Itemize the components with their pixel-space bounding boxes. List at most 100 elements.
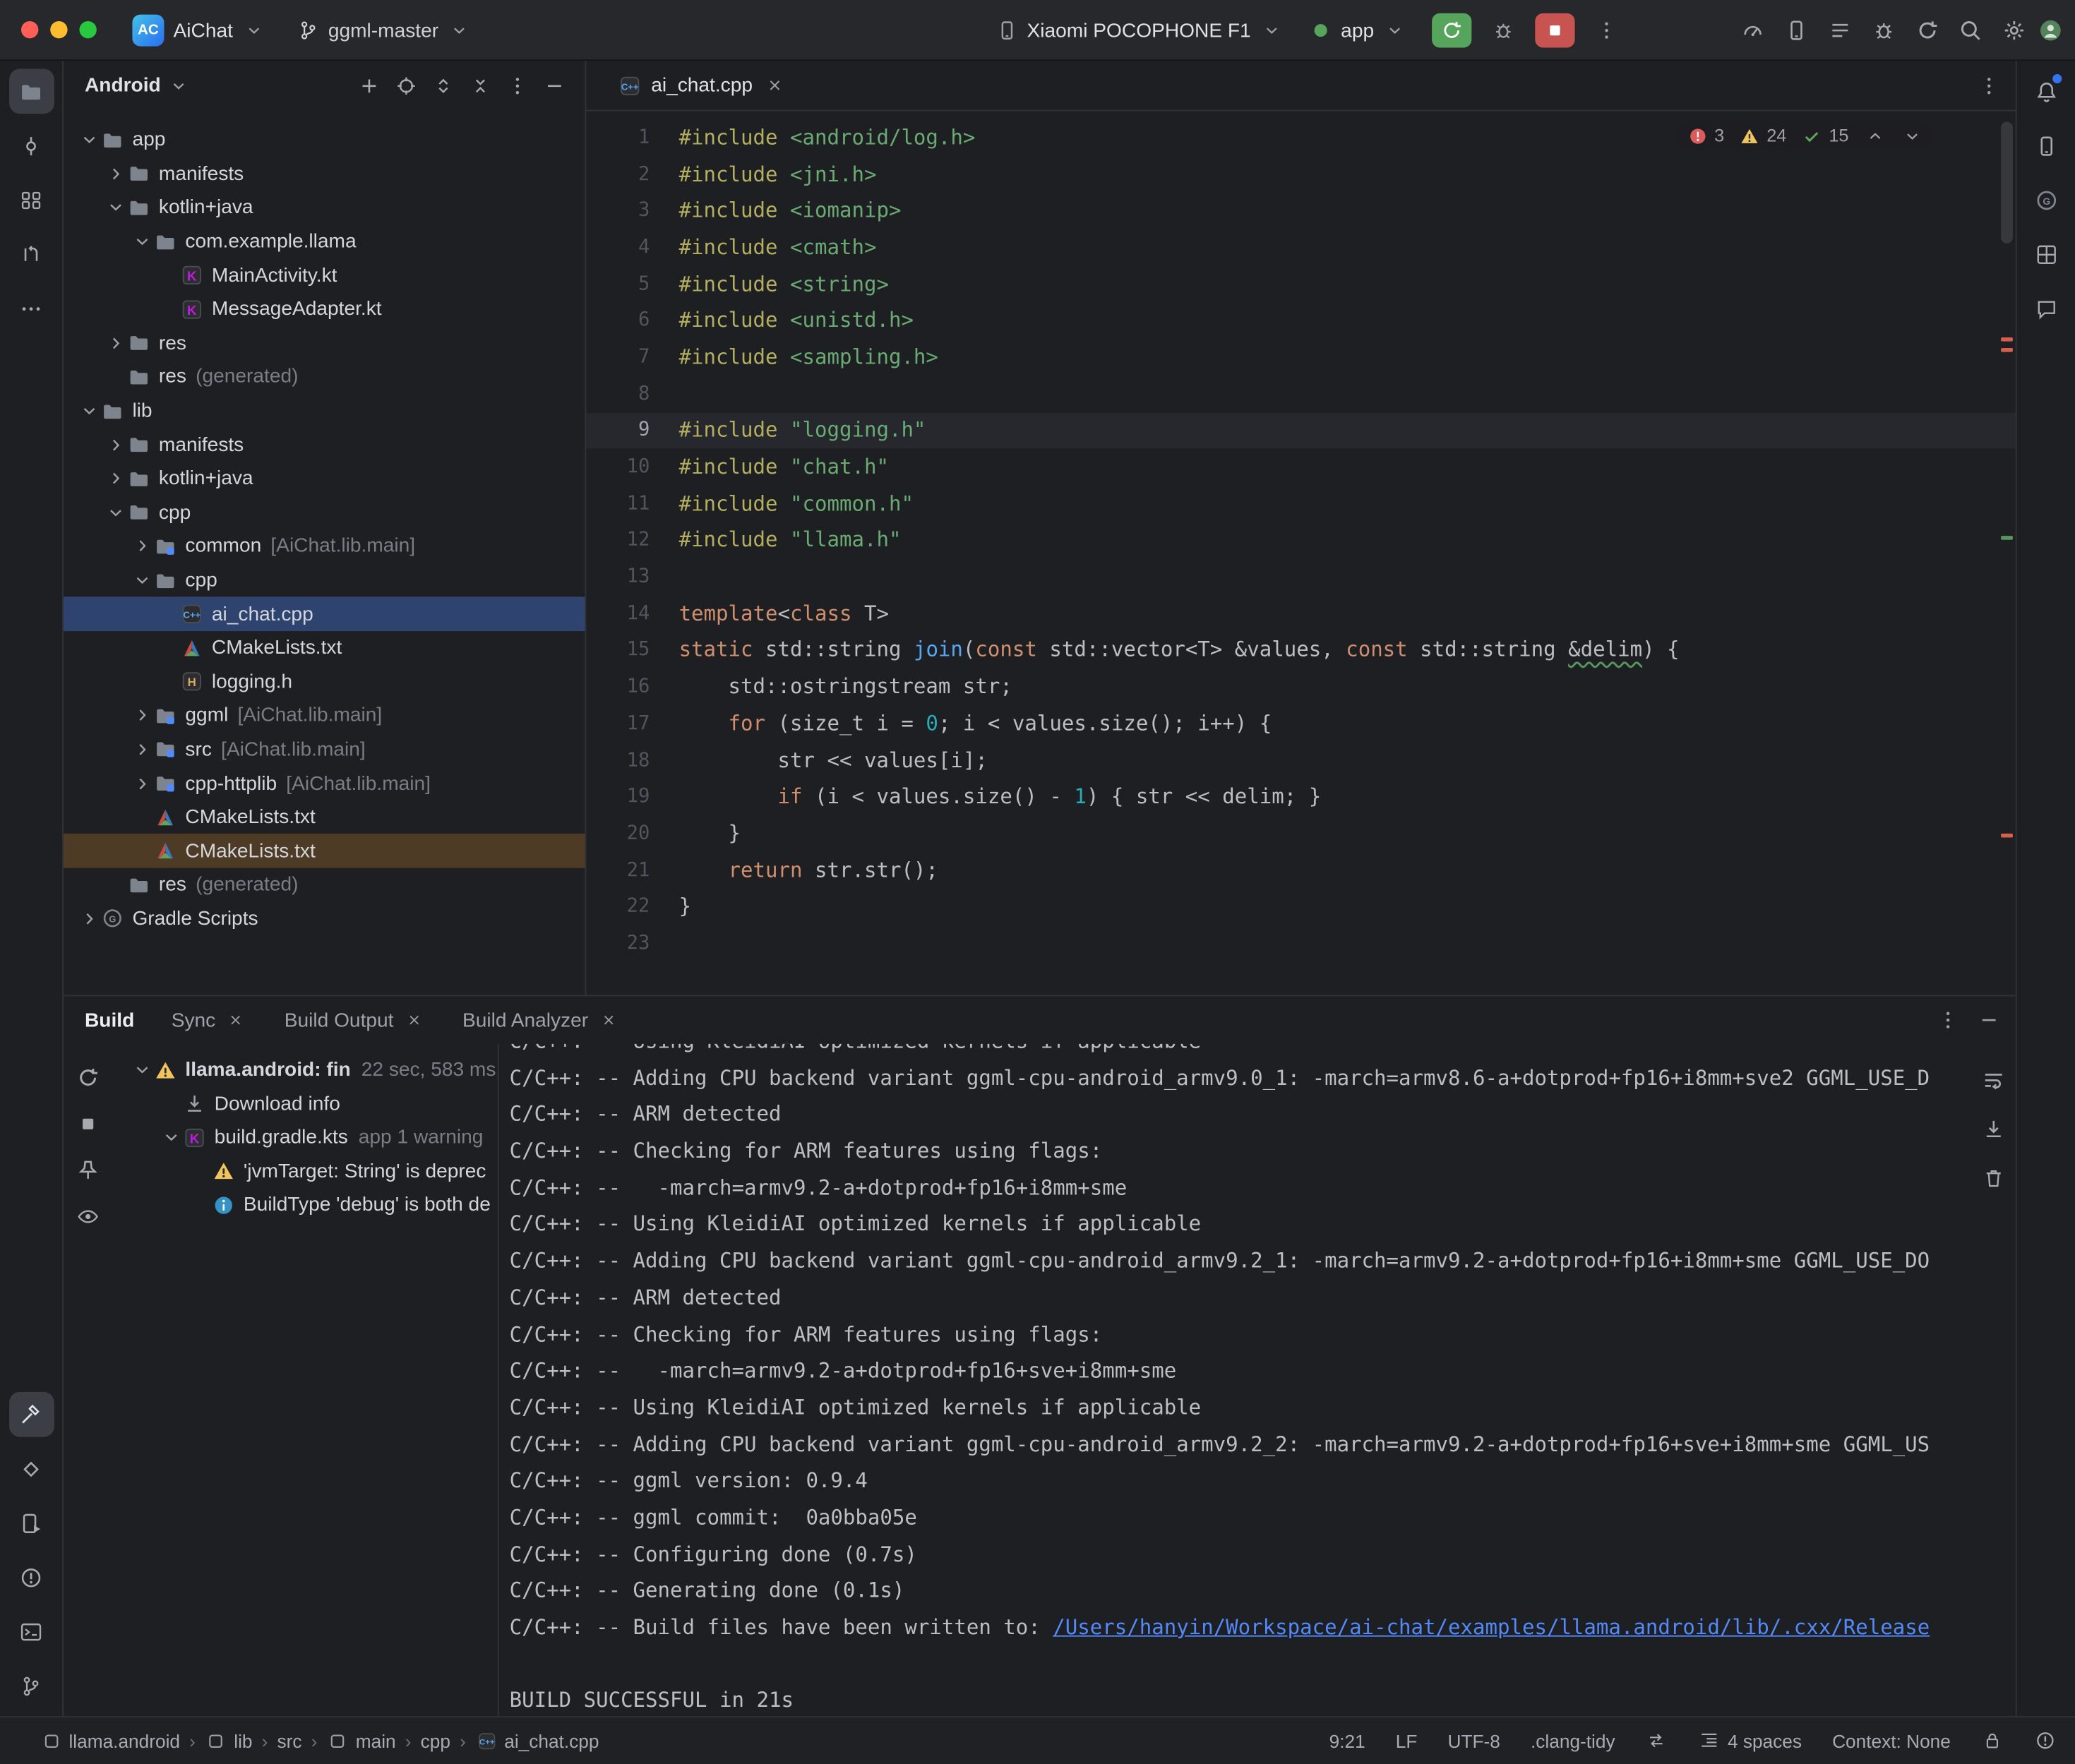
chevron-down-icon[interactable] xyxy=(77,128,101,151)
breadcrumb-lib[interactable]: lib xyxy=(205,1729,253,1752)
close-tab-icon[interactable] xyxy=(763,74,786,97)
stop-build-icon[interactable] xyxy=(70,1106,104,1141)
code-line-22[interactable]: 22} xyxy=(586,889,2015,925)
breadcrumb-cpp[interactable]: cpp xyxy=(421,1730,450,1751)
build-options-icon[interactable] xyxy=(1936,1009,1959,1031)
code-line-10[interactable]: 10#include "chat.h" xyxy=(586,449,2015,486)
logcat-icon[interactable] xyxy=(1821,12,1858,49)
breadcrumb-llama-android[interactable]: llama.android xyxy=(40,1729,180,1752)
build-tab-build-output[interactable]: Build Output xyxy=(285,1009,426,1031)
tree-item-cmakelists-txt[interactable]: CMakeLists.txt xyxy=(64,834,585,868)
lock-icon[interactable] xyxy=(1981,1729,2004,1752)
code-line-19[interactable]: 19 if (i < values.size() - 1) { str << d… xyxy=(586,779,2015,815)
tree-item-src[interactable]: src[AiChat.lib.main] xyxy=(64,733,585,767)
project-view-mode[interactable]: Android xyxy=(85,74,161,97)
context[interactable]: Context: None xyxy=(1832,1730,1951,1751)
tree-item-cpp[interactable]: cpp xyxy=(64,563,585,597)
next-issue-icon[interactable] xyxy=(1901,124,1923,147)
chevron-down-icon[interactable] xyxy=(130,1060,154,1080)
tree-item-cmakelists-txt[interactable]: CMakeLists.txt xyxy=(64,800,585,834)
tree-item-res[interactable]: res(generated) xyxy=(64,360,585,394)
code-line-4[interactable]: 4#include <cmath> xyxy=(586,229,2015,265)
tree-item-logging-h[interactable]: Hlogging.h xyxy=(64,665,585,699)
hide-panel-icon[interactable] xyxy=(537,68,572,103)
settings-icon[interactable] xyxy=(1996,12,2033,49)
project-icon[interactable] xyxy=(8,68,54,114)
add-icon[interactable] xyxy=(352,68,387,103)
code-line-21[interactable]: 21 return str.str(); xyxy=(586,852,2015,889)
more-tools-icon[interactable] xyxy=(8,286,54,331)
tree-item-res[interactable]: res(generated) xyxy=(64,868,585,902)
chevron-right-icon[interactable] xyxy=(103,433,127,456)
chevron-down-icon[interactable] xyxy=(167,74,190,97)
soft-wrap-icon[interactable] xyxy=(1975,1062,2010,1097)
editor-scrollbar[interactable] xyxy=(1997,111,2015,995)
gradle-icon[interactable]: G xyxy=(2023,177,2069,222)
chevron-down-icon[interactable] xyxy=(103,196,127,219)
column-mode-icon[interactable] xyxy=(1646,1729,1668,1752)
chevron-right-icon[interactable] xyxy=(77,908,101,930)
breadcrumb-main[interactable]: main xyxy=(327,1729,396,1752)
chevron-down-icon[interactable] xyxy=(159,1127,183,1147)
chevron-right-icon[interactable] xyxy=(130,535,154,558)
tree-item-llama-android-fin[interactable]: llama.android: fin22 sec, 583 ms xyxy=(111,1053,497,1087)
notifications-icon[interactable] xyxy=(2023,68,2069,114)
code-line-3[interactable]: 3#include <iomanip> xyxy=(586,192,2015,229)
tree-item-manifests[interactable]: manifests xyxy=(64,157,585,191)
tree-item-ai-chat-cpp[interactable]: C++ai_chat.cpp xyxy=(64,597,585,631)
code-line-6[interactable]: 6#include <unistd.h> xyxy=(586,302,2015,339)
code-line-15[interactable]: 15static std::string join(const std::vec… xyxy=(586,632,2015,668)
code-line-20[interactable]: 20 } xyxy=(586,815,2015,852)
tree-item-mainactivity-kt[interactable]: KMainActivity.kt xyxy=(64,258,585,292)
clang-tidy[interactable]: .clang-tidy xyxy=(1531,1730,1615,1751)
code-line-7[interactable]: 7#include <sampling.h> xyxy=(586,339,2015,376)
breadcrumb-ai-chat-cpp[interactable]: C++ai_chat.cpp xyxy=(475,1729,599,1752)
code-line-23[interactable]: 23 xyxy=(586,925,2015,961)
version-control-icon[interactable] xyxy=(8,1663,54,1708)
locate-file-icon[interactable] xyxy=(389,68,424,103)
terminal-icon[interactable] xyxy=(8,1609,54,1654)
close-tab-icon[interactable] xyxy=(597,1009,620,1031)
options-icon[interactable] xyxy=(501,68,535,103)
close-tab-icon[interactable] xyxy=(403,1009,426,1031)
tree-item-ggml[interactable]: ggml[AiChat.lib.main] xyxy=(64,699,585,733)
sync-project-icon[interactable] xyxy=(1908,12,1945,49)
tree-item-buildtype-debug-is-both-de[interactable]: BuildType 'debug' is both de xyxy=(111,1188,497,1222)
code-line-14[interactable]: 14template<class T> xyxy=(586,595,2015,632)
file-encoding[interactable]: UTF-8 xyxy=(1448,1730,1500,1751)
change-stripe-mark[interactable] xyxy=(2001,536,2013,540)
run-configuration-selector[interactable]: app xyxy=(1309,19,1406,42)
breadcrumb-src[interactable]: src xyxy=(277,1730,302,1751)
tree-item-cpp[interactable]: cpp xyxy=(64,496,585,529)
tree-item-com-example-llama[interactable]: com.example.llama xyxy=(64,224,585,258)
expand-all-icon[interactable] xyxy=(426,68,461,103)
code-line-13[interactable]: 13 xyxy=(586,558,2015,595)
code-line-17[interactable]: 17 for (size_t i = 0; i < values.size();… xyxy=(586,705,2015,742)
minimize-window-button[interactable] xyxy=(50,21,67,38)
close-window-button[interactable] xyxy=(21,21,38,38)
error-stripe-mark[interactable] xyxy=(2001,348,2013,352)
code-line-9[interactable]: 9#include "logging.h" xyxy=(586,412,2015,449)
code-line-8[interactable]: 8 xyxy=(586,376,2015,412)
caret-position[interactable]: 9:21 xyxy=(1329,1730,1365,1751)
inspections-widget[interactable]: 3 24 15 xyxy=(1679,121,1931,149)
build-console[interactable]: C/C++: -- Using KleidiAI optimized kerne… xyxy=(498,1044,1971,1716)
search-everywhere-icon[interactable] xyxy=(1952,12,1989,49)
device-manager-icon[interactable] xyxy=(2023,123,2069,168)
app-quality-insights-icon[interactable] xyxy=(2023,286,2069,331)
chevron-down-icon[interactable] xyxy=(103,501,127,524)
hide-build-panel-icon[interactable] xyxy=(1977,1009,1999,1031)
build-tab-sync[interactable]: Sync xyxy=(172,1009,248,1031)
tree-item-cmakelists-txt[interactable]: CMakeLists.txt xyxy=(64,631,585,665)
running-devices-icon[interactable] xyxy=(8,1501,54,1546)
code-line-11[interactable]: 11#include "common.h" xyxy=(586,486,2015,522)
code-line-18[interactable]: 18 str << values[i]; xyxy=(586,742,2015,779)
error-stripe-mark[interactable] xyxy=(2001,337,2013,342)
filter-icon[interactable] xyxy=(70,1199,104,1233)
app-inspection-icon[interactable] xyxy=(1865,12,1901,49)
scrollbar-thumb[interactable] xyxy=(2001,121,2013,243)
project-selector[interactable]: AC AiChat xyxy=(132,0,264,61)
window-controls[interactable] xyxy=(21,21,97,38)
build-tab-build-analyzer[interactable]: Build Analyzer xyxy=(462,1009,620,1031)
code-line-16[interactable]: 16 std::ostringstream str; xyxy=(586,668,2015,705)
